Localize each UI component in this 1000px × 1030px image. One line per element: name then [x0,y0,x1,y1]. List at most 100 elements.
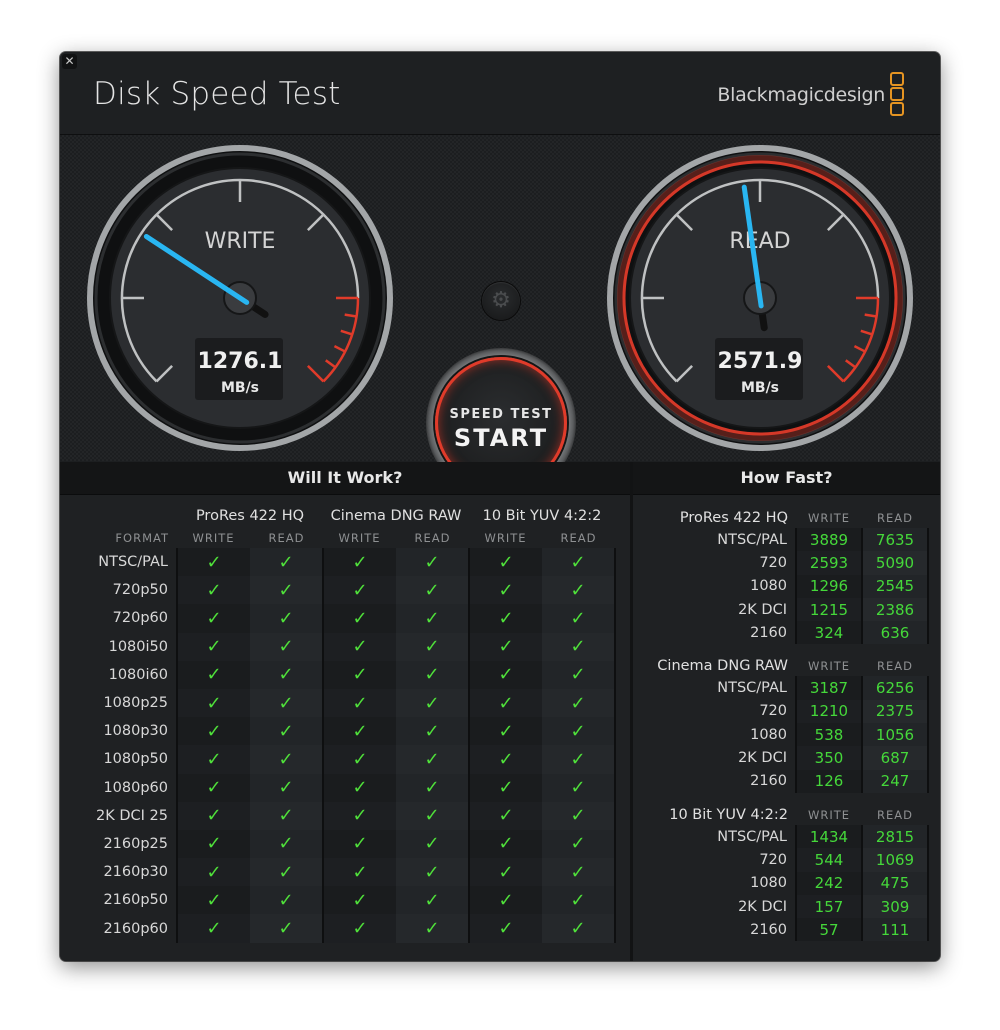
checkmark-icon: ✓ [542,548,616,577]
checkmark-icon: ✓ [396,717,469,746]
checkmark-icon: ✓ [396,914,469,943]
read-fps-value: 247 [861,769,929,793]
checkmark-icon: ✓ [322,632,396,661]
table-row: 720 1210 2375 [633,699,929,724]
table-row: NTSC/PAL 3187 6256 [633,676,929,700]
format-label: NTSC/PAL [717,680,787,697]
checkmark-icon: ✓ [542,717,616,746]
app-title: Disk Speed Test [93,76,341,112]
format-label: 1080 [750,726,787,743]
checkmark-icon: ✓ [468,548,542,577]
read-fps-value: 636 [861,621,929,645]
checkmark-icon: ✓ [468,829,542,859]
how-fast-title: How Fast? [633,462,940,495]
codec-name: ProRes 422 HQ [679,510,788,526]
checkmark-icon: ✓ [250,576,323,605]
checkmark-icon: ✓ [322,914,396,943]
write-column-header: WRITE [192,531,235,545]
checkmark-icon: ✓ [542,576,616,605]
read-fps-value: 309 [861,894,929,919]
checkmark-icon: ✓ [250,914,323,943]
gauge-value: 1276.1 [198,349,283,374]
format-label: 1080i50 [108,638,168,655]
table-row: 720 2593 5090 [633,551,929,575]
checkmark-icon: ✓ [468,632,542,661]
checkmark-icon: ✓ [176,576,250,605]
checkmark-icon: ✓ [250,829,323,859]
checkmark-icon: ✓ [542,914,616,943]
format-label: 2160p30 [103,864,168,881]
read-fps-value: 2375 [861,699,929,724]
checkmark-icon: ✓ [468,858,542,887]
write-fps-value: 1210 [795,699,862,724]
read-column-header: READ [877,511,913,525]
format-label: 2160 [750,773,787,790]
checkmark-icon: ✓ [542,773,616,802]
format-label: 2K DCI [738,898,787,915]
how-fast-tables: ProRes 422 HQ WRITE READ NTSC/PAL 3889 7635 72… [633,508,940,953]
format-label: 2160p25 [103,835,168,852]
checkmark-icon: ✓ [176,632,250,661]
gear-icon: ⚙ [491,288,511,313]
checkmark-icon: ✓ [396,660,469,689]
gauge-title: WRITE [205,229,276,254]
checkmark-icon: ✓ [322,548,396,577]
gauge-value: 2571.9 [718,349,803,374]
checkmark-icon: ✓ [250,801,323,830]
title-bar: Disk Speed Test Blackmagicdesign [60,52,940,135]
checkmark-icon: ✓ [322,660,396,689]
codec-header-row: ProRes 422 HQ Cinema DNG RAW 10 Bit YUV … [60,504,615,528]
checkmark-icon: ✓ [468,914,542,943]
checkmark-icon: ✓ [250,773,323,802]
checkmark-icon: ✓ [250,717,323,746]
format-label: 1080p25 [103,695,168,712]
table-row: 2K DCI 1215 2386 [633,597,929,622]
read-fps-value: 1056 [861,723,929,747]
how-fast-header-row: Cinema DNG RAW WRITE READ [633,656,928,676]
checkmark-icon: ✓ [396,632,469,661]
checkmark-icon: ✓ [322,688,396,718]
checkmark-icon: ✓ [396,604,469,633]
table-row: 1080p30 ✓ ✓ ✓ ✓ ✓ ✓ [60,717,616,746]
checkmark-icon: ✓ [322,829,396,859]
checkmark-icon: ✓ [176,773,250,802]
write-fps-value: 1434 [795,824,862,849]
table-row: 2K DCI 25 ✓ ✓ ✓ ✓ ✓ ✓ [60,801,616,830]
table-row: 1080i60 ✓ ✓ ✓ ✓ ✓ ✓ [60,660,616,689]
format-label: 1080 [750,578,787,595]
checkmark-icon: ✓ [468,604,542,633]
format-label: 2160 [750,624,787,641]
format-label: 720p50 [112,582,168,599]
how-fast-group: ProRes 422 HQ WRITE READ NTSC/PAL 3889 7635 72… [633,508,940,645]
codec-name: 10 Bit YUV 4:2:2 [669,806,788,823]
how-fast-table: Cinema DNG RAW WRITE READ NTSC/PAL 3187 6256 7… [633,656,929,793]
checkmark-icon: ✓ [396,801,469,830]
format-label: 720 [759,851,787,868]
read-fps-value: 687 [861,746,929,770]
format-label: 2K DCI [738,750,787,767]
checkmark-icon: ✓ [396,829,469,859]
checkmark-icon: ✓ [250,745,323,774]
checkmark-icon: ✓ [542,801,616,830]
table-row: 2160p30 ✓ ✓ ✓ ✓ ✓ ✓ [60,858,616,887]
read-column-header: READ [877,807,913,822]
format-label: NTSC/PAL [98,554,168,571]
checkmark-icon: ✓ [250,548,323,577]
checkmark-icon: ✓ [396,548,469,577]
format-label: NTSC/PAL [717,531,787,548]
settings-button[interactable]: ⚙ [482,282,520,320]
checkmark-icon: ✓ [176,745,250,774]
table-row: 1080p60 ✓ ✓ ✓ ✓ ✓ ✓ [60,773,616,802]
close-button[interactable]: ✕ [62,54,77,69]
write-column-header: WRITE [807,807,851,822]
format-label: 720p60 [112,610,168,627]
gauge-title: READ [729,229,790,254]
codec-header: Cinema DNG RAW [330,508,462,524]
close-icon: ✕ [64,54,75,68]
format-label: NTSC/PAL [717,828,787,845]
table-row: 1080p50 ✓ ✓ ✓ ✓ ✓ ✓ [60,745,616,774]
how-fast-header-row: ProRes 422 HQ WRITE READ [633,508,928,528]
checkmark-icon: ✓ [396,858,469,887]
write-fps-value: 324 [795,621,862,645]
checkmark-icon: ✓ [250,632,323,661]
